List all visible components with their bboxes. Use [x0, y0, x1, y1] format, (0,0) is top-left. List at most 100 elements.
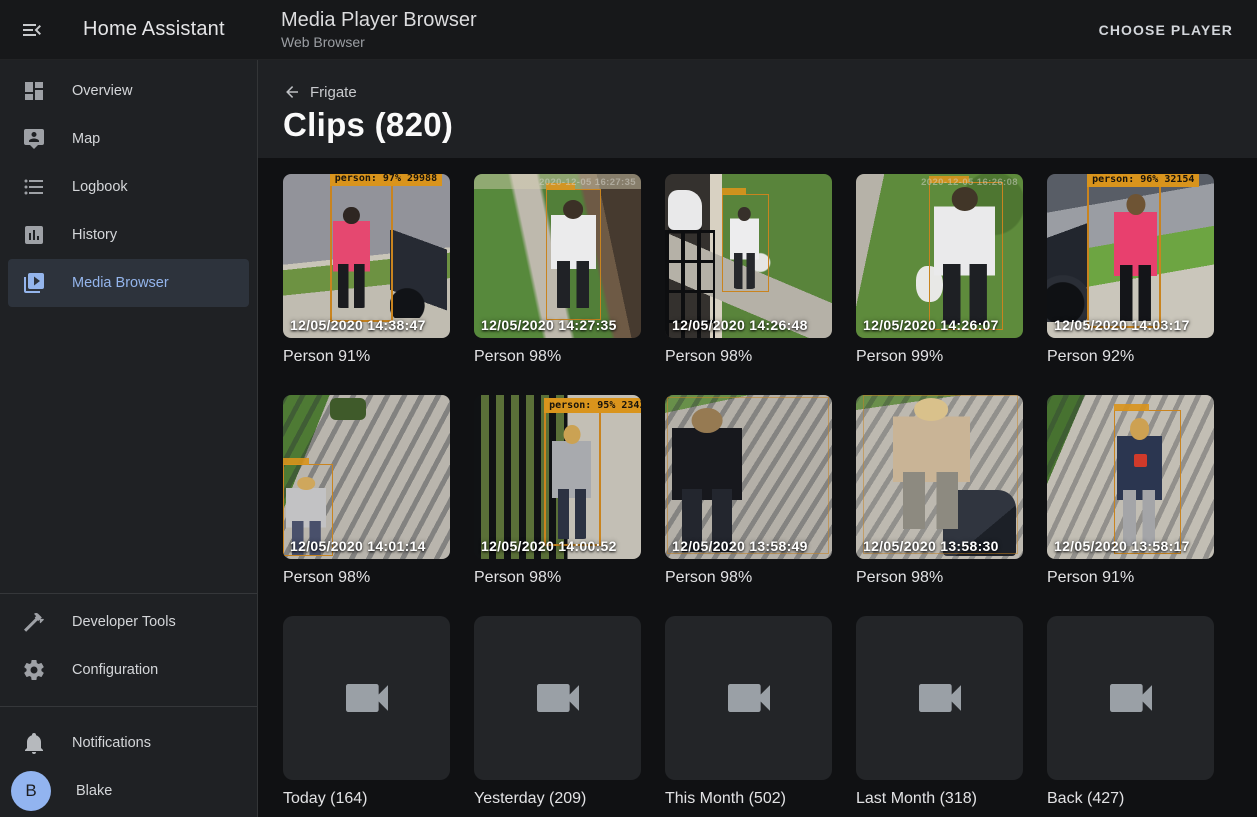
sidebar-item-configuration[interactable]: Configuration — [8, 646, 249, 694]
clip-card[interactable]: 12/05/2020 13:58:17 Person 91% — [1047, 395, 1214, 587]
account-tooltip-icon — [22, 127, 46, 151]
sidebar-item-label: Overview — [72, 83, 132, 99]
detection-bbox — [722, 194, 769, 292]
timestamp-overlay: 12/05/2020 13:58:49 — [672, 538, 808, 554]
folder-card-last-month[interactable]: Last Month (318) — [856, 616, 1023, 808]
folder-tile — [1047, 616, 1214, 780]
app-header: Home Assistant Media Player Browser Web … — [0, 0, 1257, 60]
sidebar-user-profile[interactable]: B Blake — [8, 767, 249, 815]
clip-caption: Person 98% — [474, 568, 641, 587]
list-bulleted-icon — [22, 175, 46, 199]
video-icon — [912, 670, 968, 726]
sidebar-item-label: Map — [72, 131, 100, 147]
clip-thumbnail: 12/05/2020 13:58:17 — [1047, 395, 1214, 559]
clip-caption: Person 98% — [665, 568, 832, 587]
detection-bbox: person: 97% 29988 — [330, 184, 393, 322]
clip-card[interactable]: 12/05/2020 14:26:48 Person 98% — [665, 174, 832, 366]
folder-card-yesterday[interactable]: Yesterday (209) — [474, 616, 641, 808]
clip-thumbnail: person: 95% 23432 12/05/2020 14:00:52 — [474, 395, 641, 559]
folder-label: This Month (502) — [665, 789, 832, 808]
sidebar-item-label: History — [72, 227, 117, 243]
clip-caption: Person 91% — [1047, 568, 1214, 587]
sidebar-item-developer-tools[interactable]: Developer Tools — [8, 598, 249, 646]
app-title: Home Assistant — [83, 18, 225, 41]
clip-thumbnail: 12/05/2020 13:58:30 — [856, 395, 1023, 559]
choose-player-button[interactable]: CHOOSE PLAYER — [1091, 14, 1241, 46]
detection-label: person: 95% 23432 — [544, 398, 641, 413]
timestamp-overlay: 12/05/2020 14:26:07 — [863, 317, 999, 333]
sidebar-item-label: Configuration — [72, 662, 158, 678]
sidebar-divider — [0, 706, 257, 707]
detection-bbox — [929, 182, 1002, 330]
breadcrumb-label: Frigate — [310, 84, 357, 101]
video-icon — [339, 670, 395, 726]
camera-osd-timestamp: 2020-12-05 16:27:35 — [539, 177, 636, 188]
detection-bbox: person: 95% 23432 — [544, 411, 601, 545]
clip-thumbnail: 12/05/2020 13:58:49 — [665, 395, 832, 559]
clip-card[interactable]: 12/05/2020 13:58:30 Person 98% — [856, 395, 1023, 587]
user-name: Blake — [76, 783, 112, 799]
panel-title-group: Media Player Browser Web Browser — [281, 8, 477, 51]
timestamp-overlay: 12/05/2020 14:01:14 — [290, 538, 426, 554]
timestamp-overlay: 12/05/2020 14:00:52 — [481, 538, 617, 554]
clip-card[interactable]: 12/05/2020 14:01:14 Person 98% — [283, 395, 450, 587]
folder-label: Yesterday (209) — [474, 789, 641, 808]
sidebar-item-label: Logbook — [72, 179, 128, 195]
detection-label: person: 96% 32154 — [1087, 174, 1199, 187]
avatar: B — [11, 771, 51, 811]
clip-card[interactable]: person: 96% 32154 12/05/2020 14:03:17 Pe… — [1047, 174, 1214, 366]
detection-bbox — [863, 395, 1018, 554]
breadcrumb-back[interactable]: Frigate — [283, 83, 357, 101]
folder-card-back[interactable]: Back (427) — [1047, 616, 1214, 808]
folder-label: Today (164) — [283, 789, 450, 808]
detection-label: person: 97% 29988 — [330, 174, 442, 186]
panel-title: Media Player Browser — [281, 8, 477, 32]
folder-card-this-month[interactable]: This Month (502) — [665, 616, 832, 808]
sidebar-item-logbook[interactable]: Logbook — [8, 163, 249, 211]
clip-card[interactable]: person: 95% 23432 12/05/2020 14:00:52 Pe… — [474, 395, 641, 587]
car-shape — [668, 190, 701, 229]
timestamp-overlay: 12/05/2020 13:58:17 — [1054, 538, 1190, 554]
sidebar-item-notifications[interactable]: Notifications — [8, 719, 249, 767]
clip-card[interactable]: 2020-12-05 16:26:08 12/05/2020 14:26:07 … — [856, 174, 1023, 366]
clip-card[interactable]: 12/05/2020 13:58:49 Person 98% — [665, 395, 832, 587]
view-dashboard-icon — [22, 79, 46, 103]
folder-label: Last Month (318) — [856, 789, 1023, 808]
timestamp-overlay: 12/05/2020 13:58:30 — [863, 538, 999, 554]
menu-open-icon — [20, 18, 44, 42]
sidebar-toggle-button[interactable] — [8, 6, 56, 54]
clip-caption: Person 98% — [856, 568, 1023, 587]
sidebar-item-label: Developer Tools — [72, 614, 176, 630]
sidebar-item-media-browser[interactable]: Media Browser — [8, 259, 249, 307]
clip-card[interactable]: 2020-12-05 16:27:35 12/05/2020 14:27:35 … — [474, 174, 641, 366]
clip-caption: Person 98% — [283, 568, 450, 587]
folder-tile — [283, 616, 450, 780]
panel-subtitle: Web Browser — [281, 33, 477, 51]
video-icon — [530, 670, 586, 726]
detection-bbox — [546, 189, 601, 320]
mower-shape — [330, 398, 367, 419]
sidebar-spacer — [0, 307, 257, 589]
clip-thumbnail: 12/05/2020 14:26:48 — [665, 174, 832, 338]
sidebar-item-map[interactable]: Map — [8, 115, 249, 163]
detection-label — [1114, 404, 1150, 411]
folder-card-today[interactable]: Today (164) — [283, 616, 450, 808]
clip-caption: Person 98% — [665, 347, 832, 366]
bell-icon — [22, 731, 46, 755]
clip-caption: Person 91% — [283, 347, 450, 366]
clip-thumbnail: 2020-12-05 16:27:35 12/05/2020 14:27:35 — [474, 174, 641, 338]
stroller-shape — [390, 230, 447, 319]
clip-card[interactable]: person: 97% 29988 12/05/2020 14:38:47 Pe… — [283, 174, 450, 366]
media-browser-panel: Frigate Clips (820) person: 97% 29988 12… — [258, 60, 1257, 817]
folder-tile — [474, 616, 641, 780]
detection-bbox: person: 96% 32154 — [1087, 185, 1160, 328]
media-grid: person: 97% 29988 12/05/2020 14:38:47 Pe… — [258, 158, 1257, 817]
sidebar-divider — [0, 593, 257, 594]
arrow-left-icon — [283, 83, 301, 101]
timestamp-overlay: 12/05/2020 14:38:47 — [290, 317, 426, 333]
folder-label: Back (427) — [1047, 789, 1214, 808]
sidebar-item-overview[interactable]: Overview — [8, 67, 249, 115]
sidebar-item-history[interactable]: History — [8, 211, 249, 259]
detection-bbox — [1114, 410, 1181, 554]
sidebar-item-label: Media Browser — [72, 275, 169, 291]
